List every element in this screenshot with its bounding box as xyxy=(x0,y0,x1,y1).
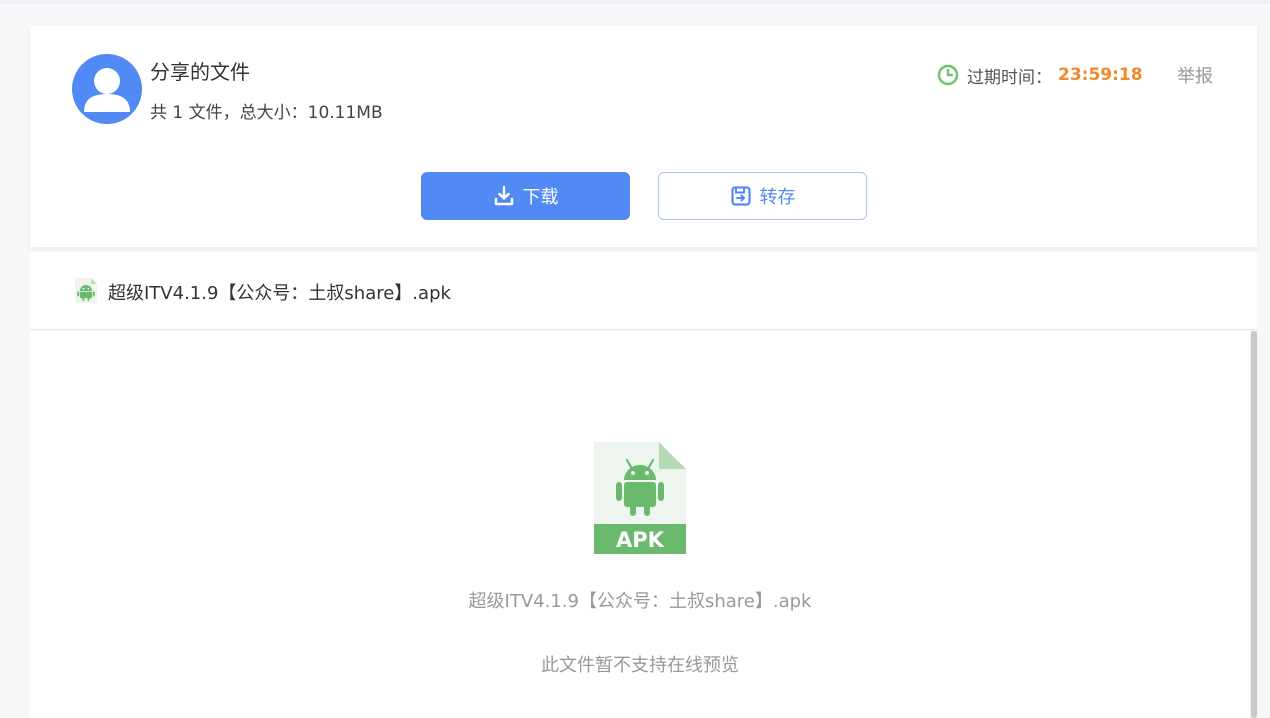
share-meta: 共 1 文件，总大小：10.11MB xyxy=(150,103,383,123)
android-apk-file-icon xyxy=(74,277,98,308)
scrollbar[interactable] xyxy=(1250,331,1258,718)
preview-file-name: 超级ITV4.1.9【公众号：土叔share】.apk xyxy=(468,591,812,612)
expire-time: 23:59:18 xyxy=(1058,65,1143,85)
download-label: 下载 xyxy=(522,187,559,208)
clock-icon xyxy=(937,64,959,86)
download-button[interactable]: 下载 xyxy=(421,172,630,220)
save-label: 转存 xyxy=(759,187,796,208)
top-strip xyxy=(0,0,1270,4)
file-name[interactable]: 超级ITV4.1.9【公众号：土叔share】.apk xyxy=(108,279,451,305)
save-icon xyxy=(730,185,752,207)
share-header-card: 分享的文件 共 1 文件，总大小：10.11MB 过期时间： 23:59:18 … xyxy=(30,26,1257,247)
user-icon xyxy=(84,68,130,112)
report-link[interactable]: 举报 xyxy=(1177,62,1213,88)
apk-file-icon: APK xyxy=(593,442,687,558)
apk-badge: APK xyxy=(616,528,665,552)
share-page: 分享的文件 共 1 文件，总大小：10.11MB 过期时间： 23:59:18 … xyxy=(0,0,1270,718)
save-to-drive-button[interactable]: 转存 xyxy=(658,172,867,220)
share-title: 分享的文件 xyxy=(150,60,250,84)
download-icon xyxy=(493,185,515,207)
expire-info: 过期时间： 23:59:18 xyxy=(937,62,1143,88)
expire-label: 过期时间： xyxy=(967,67,1052,88)
preview-area: APK 超级ITV4.1.9【公众号：土叔share】.apk 此文件暂不支持在… xyxy=(30,331,1250,718)
avatar xyxy=(72,54,142,124)
preview-unsupported-note: 此文件暂不支持在线预览 xyxy=(541,655,739,676)
scrollbar-thumb[interactable] xyxy=(1251,331,1257,718)
file-list-item[interactable]: 超级ITV4.1.9【公众号：土叔share】.apk xyxy=(30,252,1257,330)
